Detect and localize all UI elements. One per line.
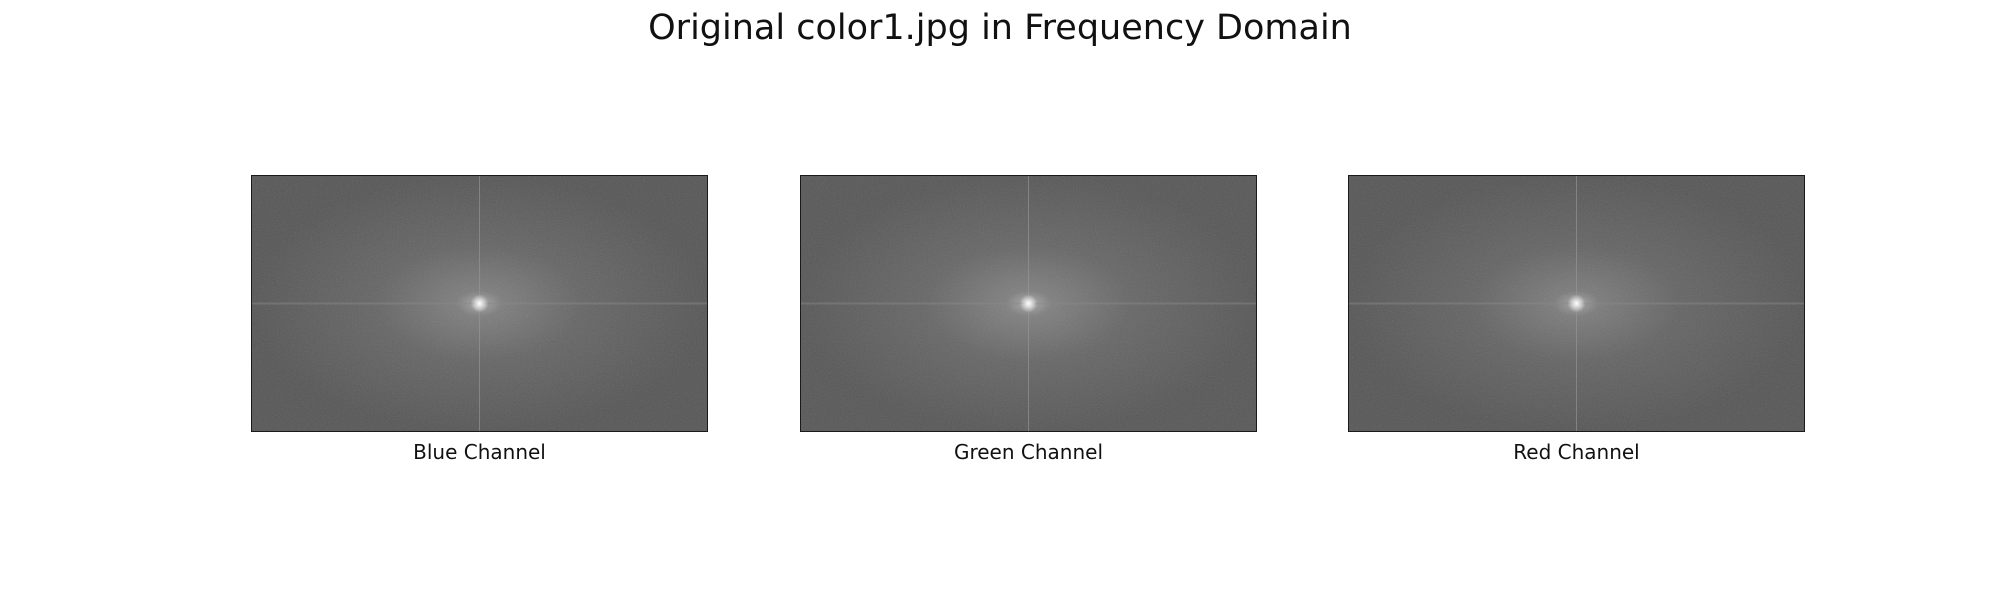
blue-channel-caption: Blue Channel [413, 440, 546, 464]
blue-channel-spectrum [251, 175, 708, 432]
spectrum-image [801, 176, 1256, 431]
red-channel-spectrum [1348, 175, 1805, 432]
green-channel-spectrum [800, 175, 1257, 432]
green-channel-caption: Green Channel [953, 440, 1104, 464]
spectrum-image [252, 176, 707, 431]
spectrum-image [1349, 176, 1804, 431]
figure-title: Original color1.jpg in Frequency Domain [648, 8, 1352, 48]
red-channel-caption: Red Channel [1513, 440, 1640, 464]
